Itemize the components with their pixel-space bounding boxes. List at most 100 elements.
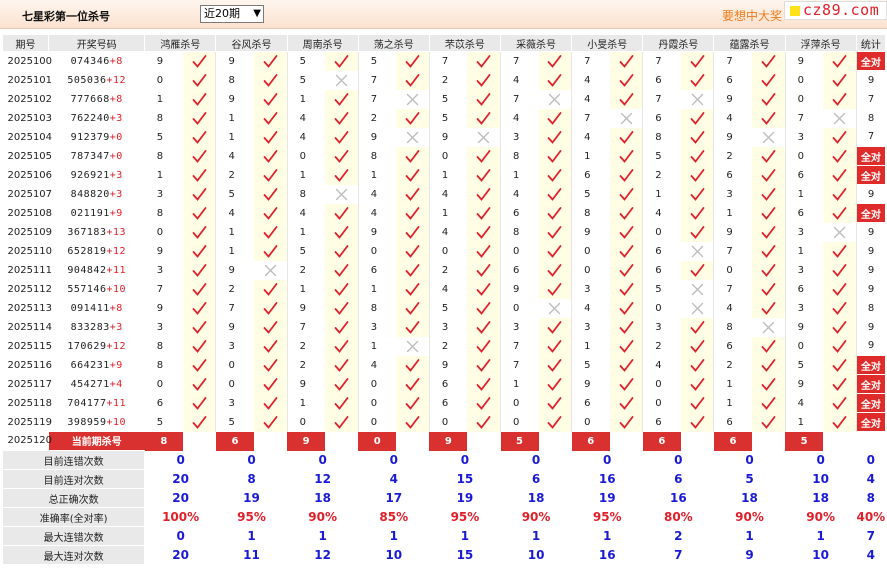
check-icon [619,206,633,220]
correct-mark-cell [752,70,786,90]
correct-mark-cell [823,355,857,375]
check-icon [476,168,491,182]
correct-mark-cell [538,203,573,223]
kill-number: 9 [299,378,306,390]
kill-number: 8 [228,74,235,86]
correct-mark-cell [609,146,644,166]
summary-value: 0 [247,453,256,467]
draw-extra-number: +12 [106,340,127,352]
check-icon [476,358,491,372]
kill-number: 1 [370,283,378,295]
kill-number: 3 [228,397,235,409]
correct-mark-cell [823,241,857,261]
check-icon [547,244,562,258]
correct-mark-cell [325,260,359,280]
current-kill-spacer [610,432,643,451]
draw-extra-number: +0 [109,150,123,162]
banner-text[interactable]: 要想中大奖 [722,7,782,24]
draw-numbers-cell: 091411+8 [49,299,145,318]
kill-number: 1 [441,207,449,219]
correct-mark-cell [538,165,573,185]
table-row: 2025113 091411+8 9 7 9 8 5 0 4 0 4 3 8 [3,298,886,318]
check-icon [405,377,420,391]
draw-numbers-cell: 505036+12 [49,71,145,90]
site-badge[interactable]: cz89.com [784,1,887,20]
correct-mark-cell [609,279,644,299]
check-icon [619,168,633,182]
draw-digits: 704177 [67,397,107,409]
correct-mark-cell [609,203,644,223]
correct-mark-cell [609,222,644,242]
wrong-mark-cell [254,260,288,280]
kill-number: 9 [726,226,733,238]
kill-number: 6 [655,264,662,276]
summary-label: 最大连对次数 [1,545,146,565]
table-row: 2025106 926921+3 1 2 1 1 1 1 6 2 6 6 全对 [3,165,887,185]
check-icon [263,415,278,429]
correct-mark-cell [609,393,644,413]
kill-number: 5 [228,416,235,428]
correct-mark-cell [396,279,430,299]
correct-mark-cell [396,203,430,223]
kill-number-table: 期号 开奖号码 鸿雁杀号 谷风杀号 周南杀号 荡之杀号 芣苡杀号 采薇杀号 小旻杀号 丹霞杀号 蕴露… [1,34,887,565]
kill-number: 9 [228,321,235,333]
kill-number: 7 [513,340,520,352]
correct-mark-cell [467,146,502,166]
correct-mark-cell [680,51,715,71]
check-icon [690,54,705,68]
draw-numbers-cell: 652819+12 [49,242,145,261]
column-header: 小旻杀号 [571,34,644,52]
check-icon [761,168,776,182]
check-icon [334,168,349,182]
summary-value: 80% [663,510,693,524]
check-icon [263,358,278,372]
check-icon [832,244,847,258]
all-correct-badge: 全对 [855,374,887,394]
check-icon [476,149,491,163]
check-icon [761,339,776,353]
kill-number: 9 [299,302,306,314]
summary-value: 9 [745,548,754,562]
check-icon [334,206,349,220]
check-icon [547,73,562,87]
kill-number: 8 [584,207,591,219]
check-icon [547,149,562,163]
kill-number: 6 [513,264,520,276]
summary-value: 12 [314,548,331,562]
kill-number: 0 [441,150,449,162]
kill-number: 3 [156,321,164,333]
check-icon [192,54,207,68]
period-select-value: 近20期 [204,7,240,20]
table-row: 2025118 704177+11 6 3 1 0 6 0 6 0 1 4 全对 [3,393,887,413]
check-icon [192,111,207,125]
summary-label: 总正确次数 [1,488,146,508]
draw-extra-number: +10 [106,416,127,428]
summary-value: 0 [460,453,470,467]
current-kill-spacer [539,432,572,451]
summary-value: 11 [243,548,260,562]
kill-number: 3 [513,321,520,333]
table-row: 2025108 021191+9 8 4 4 4 1 6 8 4 1 6 全对 [3,203,887,223]
table-row: 2025110 652819+12 9 1 5 0 0 0 0 6 7 1 9 [3,241,886,261]
kill-number: 2 [441,264,449,276]
draw-extra-number: +11 [106,397,127,409]
draw-extra-number: +9 [109,207,123,219]
correct-mark-cell [680,127,715,147]
summary-value: 16 [670,491,687,505]
kill-number: 0 [513,416,520,428]
correct-mark-cell [254,336,288,356]
summary-value: 0 [389,453,398,467]
kill-number: 8 [655,131,662,143]
correct-mark-cell [609,89,644,109]
correct-mark-cell [182,298,217,318]
current-kill-number: 5 [785,431,824,451]
draw-extra-number: +8 [109,93,123,105]
kill-number: 4 [513,74,520,86]
period-select[interactable]: 近20期 ▼ [200,5,264,23]
correct-mark-cell [752,51,786,71]
check-icon [761,187,776,201]
kill-number: 6 [797,283,804,295]
check-icon [334,377,349,391]
table-row: 2025105 787347+0 8 4 0 8 0 8 1 5 2 0 全对 [3,146,887,166]
kill-number: 1 [513,169,520,181]
